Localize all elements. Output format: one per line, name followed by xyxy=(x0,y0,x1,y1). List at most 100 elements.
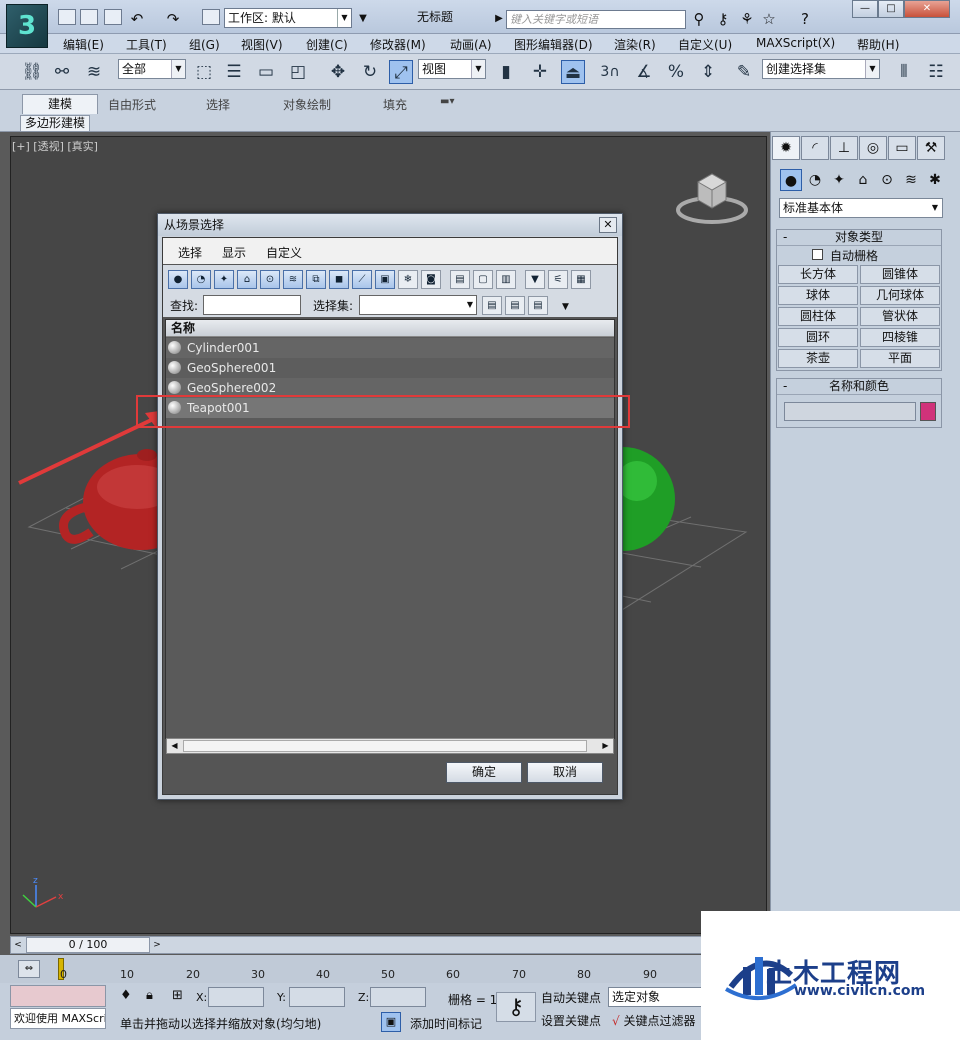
percent-snap-icon[interactable]: % xyxy=(664,60,688,84)
selection-lock-toggle-icon[interactable]: ▣ xyxy=(381,1012,401,1032)
window-crossing-icon[interactable]: ◰ xyxy=(286,60,310,84)
mirror-icon[interactable]: ⫴ xyxy=(892,60,916,84)
tube-button[interactable]: 管状体 xyxy=(860,307,940,326)
filter-xrefs-icon[interactable]: ◼ xyxy=(329,270,349,289)
save-icon[interactable] xyxy=(104,9,122,25)
shapes-icon[interactable]: ◔ xyxy=(804,169,826,191)
ribbon-tab-populate[interactable]: 填充 xyxy=(383,96,407,113)
filter-lights-icon[interactable]: ✦ xyxy=(214,270,234,289)
unlink-icon[interactable]: ⚯ xyxy=(50,60,74,84)
ribbon-tab-freeform[interactable]: 自由形式 xyxy=(108,96,156,113)
menu-group[interactable]: 组(G) xyxy=(189,36,220,53)
select-by-name-icon[interactable]: ☰ xyxy=(222,60,246,84)
menu-help[interactable]: 帮助(H) xyxy=(857,36,899,53)
spinner-snap-icon[interactable]: ⇕ xyxy=(696,60,720,84)
teapot-button[interactable]: 茶壶 xyxy=(778,349,858,368)
filter-geometry-icon[interactable]: ● xyxy=(168,270,188,289)
menu-tools[interactable]: 工具(T) xyxy=(126,36,167,53)
menu-customize[interactable]: 自定义(U) xyxy=(678,36,732,53)
ribbon-tab-object-paint[interactable]: 对象绘制 xyxy=(283,96,331,113)
object-type-header[interactable]: - 对象类型 xyxy=(777,230,941,246)
dialog-close-icon[interactable]: ✕ xyxy=(599,217,617,233)
ribbon-tab-selection[interactable]: 选择 xyxy=(206,96,230,113)
filter-containers-icon[interactable]: ▣ xyxy=(375,270,395,289)
close-window-button[interactable]: ✕ xyxy=(904,0,950,18)
undo-icon[interactable]: ↶ xyxy=(128,10,146,28)
filter-hidden-icon[interactable]: ◙ xyxy=(421,270,441,289)
maximize-button[interactable]: □ xyxy=(878,0,904,18)
space-warps-icon[interactable]: ≋ xyxy=(900,169,922,191)
dialog-menu-customize[interactable]: 自定义 xyxy=(266,244,302,261)
object-name-field[interactable] xyxy=(784,402,916,421)
add-time-tag-button[interactable]: 添加时间标记 xyxy=(410,1015,482,1032)
auto-key-button[interactable]: 自动关键点 xyxy=(541,989,601,1006)
filter-frozen-icon[interactable]: ❄ xyxy=(398,270,418,289)
create-panel-tab-icon[interactable]: ✹ xyxy=(772,136,800,160)
set-key-mode-button[interactable]: 设置关键点 xyxy=(541,1012,601,1029)
select-invert-icon[interactable]: ▥ xyxy=(496,270,516,289)
filter-cameras-icon[interactable]: ⌂ xyxy=(237,270,257,289)
set-key-icon[interactable]: ⚷ xyxy=(496,992,536,1022)
create-selection-set-icon[interactable]: ▤ xyxy=(482,296,502,315)
scale-icon[interactable]: ⤢ xyxy=(389,60,413,84)
rect-selection-icon[interactable]: ▭ xyxy=(254,60,278,84)
align-icon[interactable]: ☷ xyxy=(924,60,948,84)
filter-funnel-icon[interactable]: ▼ xyxy=(525,270,545,289)
polygon-modeling-label[interactable]: 多边形建模 xyxy=(20,115,90,132)
filter-shapes-icon[interactable]: ◔ xyxy=(191,270,211,289)
x-coord-field[interactable] xyxy=(208,987,264,1007)
selection-set-dropdown[interactable]: ▼ xyxy=(359,295,477,315)
filter-bones-icon[interactable]: ⟋ xyxy=(352,270,372,289)
link-icon[interactable]: ⛓ xyxy=(20,60,44,84)
geosphere-button[interactable]: 几何球体 xyxy=(860,286,940,305)
helpers-icon[interactable]: ⊙ xyxy=(876,169,898,191)
edit-named-selection-icon[interactable]: ✎ xyxy=(732,60,756,84)
lights-icon[interactable]: ✦ xyxy=(828,169,850,191)
transform-mode-icon[interactable]: ⊞ xyxy=(172,988,183,1003)
z-coord-field[interactable] xyxy=(370,987,426,1007)
object-color-swatch[interactable] xyxy=(920,402,936,421)
geometry-icon[interactable]: ● xyxy=(780,169,802,191)
cylinder-button[interactable]: 圆柱体 xyxy=(778,307,858,326)
remove-from-selection-set-icon[interactable]: ▤ xyxy=(528,296,548,315)
redo-icon[interactable]: ↷ xyxy=(164,10,182,28)
menu-create[interactable]: 创建(C) xyxy=(306,36,348,53)
search-input[interactable]: 键入关键字或短语 xyxy=(506,10,686,29)
torus-button[interactable]: 圆环 xyxy=(778,328,858,347)
exchange-icon[interactable]: ⚘ xyxy=(738,10,756,28)
display-panel-tab-icon[interactable]: ▭ xyxy=(888,136,916,160)
dialog-menu-display[interactable]: 显示 xyxy=(222,244,246,261)
time-next-icon[interactable]: > xyxy=(150,937,164,953)
menu-rendering[interactable]: 渲染(R) xyxy=(614,36,656,53)
box-button[interactable]: 长方体 xyxy=(778,265,858,284)
select-manipulate-icon[interactable]: ✛ xyxy=(528,60,552,84)
name-color-header[interactable]: - 名称和颜色 xyxy=(777,379,941,395)
curve-editor-icon[interactable]: ⇔ xyxy=(18,960,40,978)
find-input[interactable] xyxy=(203,295,301,315)
primitive-type-dropdown[interactable]: 标准基本体 ▼ xyxy=(779,198,943,218)
plane-button[interactable]: 平面 xyxy=(860,349,940,368)
cone-button[interactable]: 圆锥体 xyxy=(860,265,940,284)
layout-icon[interactable]: ▦ xyxy=(571,270,591,289)
select-all-icon[interactable]: ▤ xyxy=(450,270,470,289)
menu-animation[interactable]: 动画(A) xyxy=(450,36,492,53)
modify-panel-tab-icon[interactable]: ◜ xyxy=(801,136,829,160)
menu-maxscript[interactable]: MAXScript(X) xyxy=(756,36,835,50)
reference-coordinate-dropdown[interactable]: 视图 ▼ xyxy=(418,59,486,79)
named-selection-sets-dropdown[interactable]: 创建选择集 ▼ xyxy=(762,59,880,79)
key-filters-button[interactable]: √ 关键点过滤器 xyxy=(612,1012,696,1029)
systems-icon[interactable]: ✱ xyxy=(924,169,946,191)
binoculars-icon[interactable]: ⚲ xyxy=(690,10,708,28)
maxscript-welcome-text[interactable]: 欢迎使用 MAXScri xyxy=(10,1008,106,1029)
key-tool-icon[interactable]: ⚷ xyxy=(714,10,732,28)
cancel-button[interactable]: 取消 xyxy=(527,762,603,783)
keyboard-shortcut-override-icon[interactable]: ⏏ xyxy=(561,60,585,84)
pivot-center-icon[interactable]: ▮ xyxy=(494,60,518,84)
more-options-icon[interactable]: ▼ xyxy=(562,302,569,312)
utilities-panel-tab-icon[interactable]: ⚒ xyxy=(917,136,945,160)
list-item[interactable]: Cylinder001 xyxy=(166,338,614,358)
time-prev-icon[interactable]: < xyxy=(11,937,25,953)
workspace-dropdown[interactable]: 工作区: 默认 ▼ xyxy=(224,8,352,28)
rotate-icon[interactable]: ↻ xyxy=(358,60,382,84)
bind-spacewarp-icon[interactable]: ≋ xyxy=(82,60,106,84)
